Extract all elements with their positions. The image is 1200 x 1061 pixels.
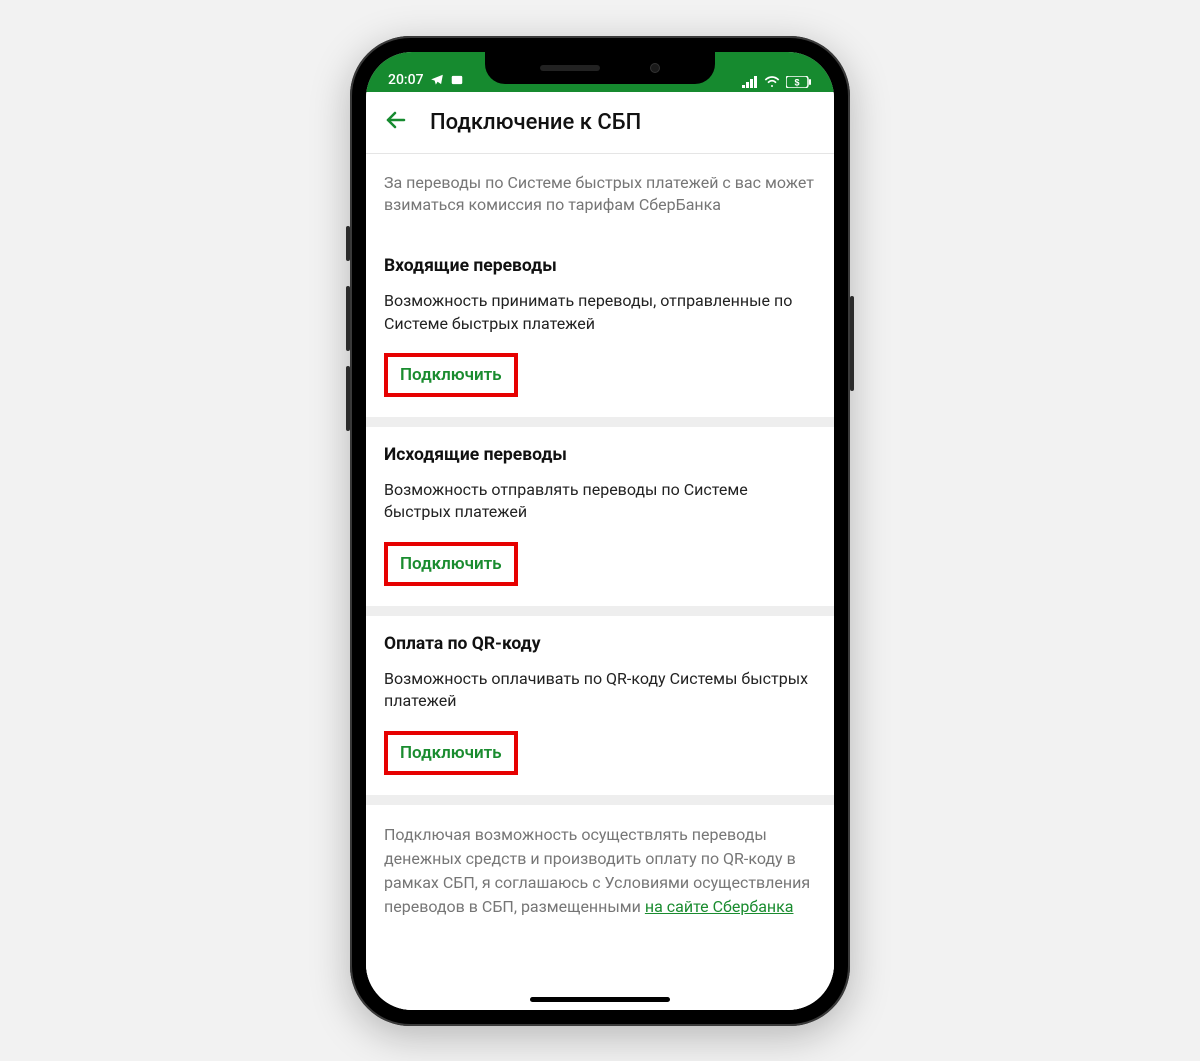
highlight-box: Подключить [384, 731, 518, 775]
connect-button-incoming[interactable]: Подключить [392, 359, 510, 391]
highlight-box: Подключить [384, 353, 518, 397]
section-desc: Возможность принимать переводы, отправле… [384, 290, 816, 335]
screen: 20:07 $ Подключение к СБП За переводы по… [366, 52, 834, 1010]
signal-icon [742, 76, 758, 88]
section-desc: Возможность оплачивать по QR-коду Систем… [384, 668, 816, 713]
phone-frame: 20:07 $ Подключение к СБП За переводы по… [350, 36, 850, 1026]
phone-power-button [850, 296, 854, 391]
page-title: Подключение к СБП [430, 110, 641, 135]
section-outgoing: Исходящие переводы Возможность отправлят… [366, 427, 834, 606]
back-button[interactable] [384, 108, 408, 136]
connect-button-outgoing[interactable]: Подключить [392, 548, 510, 580]
message-icon [450, 73, 464, 87]
section-incoming: Входящие переводы Возможность принимать … [366, 238, 834, 417]
wifi-icon [764, 76, 780, 88]
section-desc: Возможность отправлять переводы по Систе… [384, 479, 816, 524]
arrow-left-icon [384, 108, 408, 132]
app-header: Подключение к СБП [366, 92, 834, 154]
content: За переводы по Системе быстрых платежей … [366, 154, 834, 1010]
section-title: Исходящие переводы [384, 445, 816, 465]
section-qr: Оплата по QR-коду Возможность оплачивать… [366, 616, 834, 795]
info-text: За переводы по Системе быстрых платежей … [366, 154, 834, 239]
status-time: 20:07 [388, 72, 424, 88]
home-indicator[interactable] [530, 997, 670, 1002]
connect-button-qr[interactable]: Подключить [392, 737, 510, 769]
footer-disclaimer: Подключая возможность осуществлять перев… [366, 805, 834, 1010]
footer-link[interactable]: на сайте Сбербанка [645, 897, 794, 916]
battery-icon: $ [786, 76, 812, 88]
highlight-box: Подключить [384, 542, 518, 586]
section-title: Оплата по QR-коду [384, 634, 816, 654]
phone-volume-down [346, 366, 350, 431]
phone-side-button [346, 226, 350, 261]
phone-volume-up [346, 286, 350, 351]
notch [485, 52, 715, 84]
section-title: Входящие переводы [384, 256, 816, 276]
telegram-icon [430, 73, 444, 87]
svg-text:$: $ [794, 77, 799, 87]
